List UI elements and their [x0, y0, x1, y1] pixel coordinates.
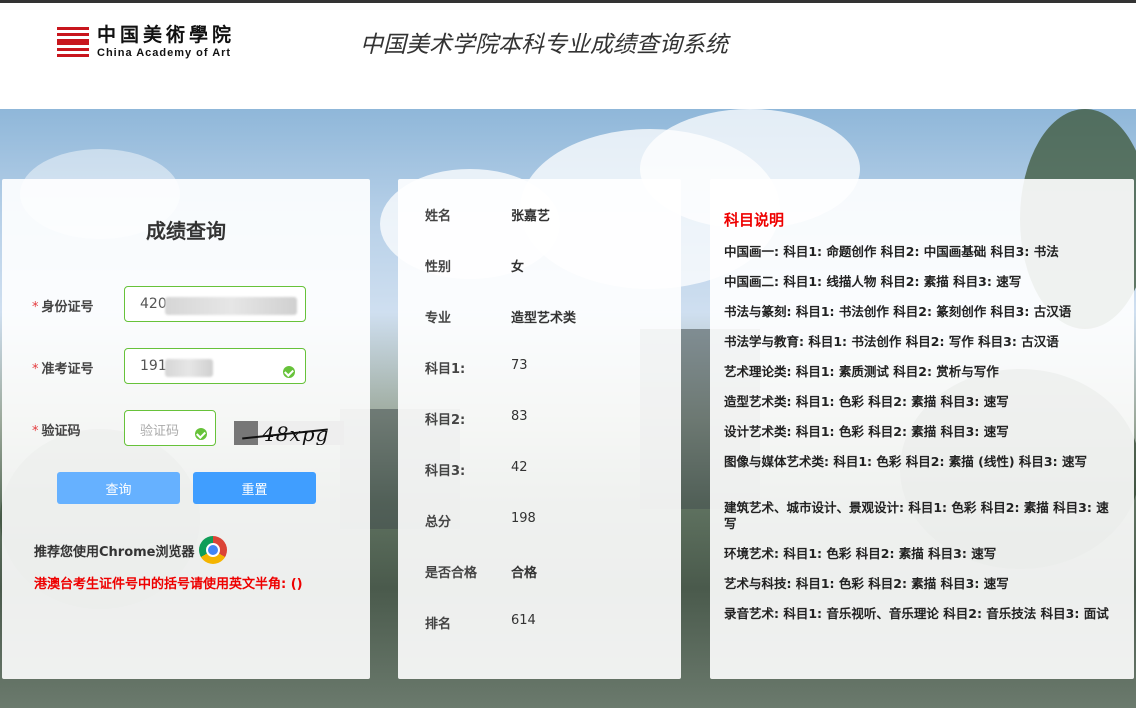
- captcha-image[interactable]: 48xpg: [234, 421, 344, 445]
- explanation-item: 中国画二: 科目1: 线描人物 科目2: 素描 科目3: 速写: [724, 274, 1022, 289]
- explanation-item: 环境艺术: 科目1: 色彩 科目2: 素描 科目3: 速写: [724, 546, 997, 561]
- site-title: 中国美术学院本科专业成绩查询系统: [360, 32, 728, 58]
- explanation-item: 书法与篆刻: 科目1: 书法创作 科目2: 篆刻创作 科目3: 古汉语: [724, 304, 1072, 319]
- academy-logo[interactable]: 中国美術學院 China Academy of Art: [57, 25, 235, 59]
- result-card: 姓名 张嘉艺 性别 女 专业 造型艺术类 科目1: 73 科目2: 83 科目3…: [398, 179, 681, 679]
- explanation-item: 书法学与教育: 科目1: 书法创作 科目2: 写作 科目3: 古汉语: [724, 334, 1059, 349]
- valid-check-icon: [195, 428, 207, 440]
- explanation-title: 科目说明: [724, 211, 785, 229]
- logo-chinese-name: 中国美術學院: [97, 23, 236, 46]
- explanation-item: 造型艺术类: 科目1: 色彩 科目2: 素描 科目3: 速写: [724, 394, 1009, 409]
- id-number-input[interactable]: 420: [124, 286, 306, 322]
- redacted-mask: [165, 359, 213, 377]
- chrome-recommendation: 推荐您使用Chrome浏览器: [34, 536, 227, 564]
- explanation-item: 中国画一: 科目1: 命题创作 科目2: 中国画基础 科目3: 书法: [724, 244, 1059, 259]
- explanation-item: 建筑艺术、城市设计、景观设计: 科目1: 色彩 科目2: 素描 科目3: 速写: [724, 500, 1109, 531]
- chrome-icon: [198, 536, 227, 564]
- id-number-label: * 身份证号: [32, 300, 94, 315]
- exam-number-label: * 准考证号: [32, 362, 94, 377]
- query-title: 成绩查询: [146, 219, 226, 243]
- captcha-input[interactable]: 验证码: [124, 410, 216, 446]
- query-card: 成绩查询 *身份证号 420 *准考证号 191 *验证码 验证码 48xpg …: [2, 179, 370, 679]
- logo-english-name: China Academy of Art: [97, 46, 232, 59]
- reset-button[interactable]: 重置: [193, 472, 316, 504]
- explanation-item: 艺术与科技: 科目1: 色彩 科目2: 素描 科目3: 速写: [724, 576, 1009, 591]
- explanation-item: 图像与媒体艺术类: 科目1: 色彩 科目2: 素描 (线性) 科目3: 速写: [724, 454, 1087, 469]
- campus-background: 成绩查询 *身份证号 420 *准考证号 191 *验证码 验证码 48xpg …: [0, 109, 1136, 708]
- captcha-label: * 验证码: [32, 424, 81, 439]
- subject-explanation-card: 科目说明 中国画一: 科目1: 命题创作 科目2: 中国画基础 科目3: 书法 …: [710, 179, 1134, 679]
- query-button[interactable]: 查询: [57, 472, 180, 504]
- redacted-mask: [165, 297, 297, 315]
- explanation-item: 艺术理论类: 科目1: 素质测试 科目2: 赏析与写作: [724, 364, 999, 379]
- explanation-item: 录音艺术: 科目1: 音乐视听、音乐理论 科目2: 音乐技法 科目3: 面试: [724, 606, 1109, 621]
- academy-emblem-icon: [57, 27, 89, 57]
- hk-id-tip: 港澳台考生证件号中的括号请使用英文半角: (): [34, 577, 303, 592]
- exam-number-input[interactable]: 191: [124, 348, 306, 384]
- valid-check-icon: [283, 366, 295, 378]
- header: 中国美術學院 China Academy of Art 中国美术学院本科专业成绩…: [0, 3, 1136, 109]
- explanation-item: 设计艺术类: 科目1: 色彩 科目2: 素描 科目3: 速写: [724, 424, 1009, 439]
